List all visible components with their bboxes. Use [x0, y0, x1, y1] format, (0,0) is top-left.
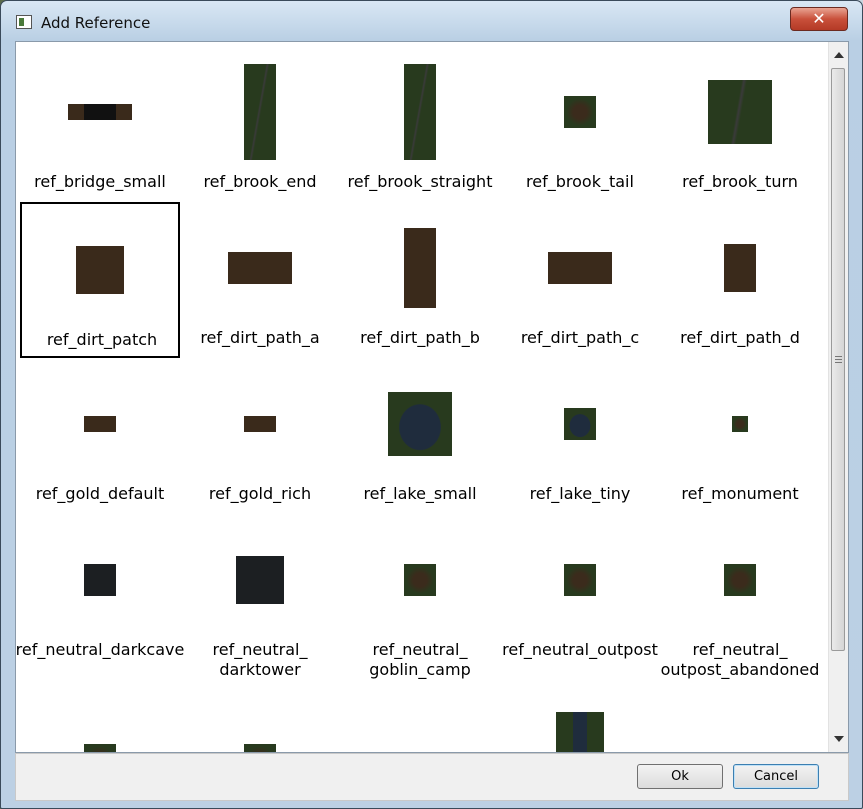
- reference-thumbnail: [564, 408, 596, 440]
- reference-item[interactable]: ref_dirt_path_d: [660, 202, 820, 358]
- reference-thumbnail: [388, 392, 452, 456]
- reference-item[interactable]: ref_lake_tiny: [500, 358, 660, 514]
- add-reference-dialog: Add Reference ✕ ref_bridge_small ref_broo…: [0, 0, 863, 809]
- reference-label: ref_brook_end: [203, 172, 317, 191]
- reference-item[interactable]: [180, 670, 340, 752]
- scroll-up-arrow-icon[interactable]: [834, 52, 844, 58]
- reference-thumbnail: [228, 252, 292, 284]
- reference-label: ref_brook_turn: [682, 172, 798, 191]
- reference-item[interactable]: ref_brook_tail: [500, 46, 660, 202]
- reference-thumbnail: [236, 556, 284, 604]
- reference-list: ref_bridge_small ref_brook_end ref_brook_s…: [15, 41, 849, 753]
- reference-thumbnail: [548, 252, 612, 284]
- title-bar[interactable]: Add Reference ✕: [1, 1, 862, 41]
- reference-item[interactable]: [340, 670, 500, 752]
- reference-thumbnail: [404, 228, 436, 308]
- scroll-down-arrow-icon[interactable]: [834, 736, 844, 742]
- reference-thumbnail: [724, 564, 756, 596]
- reference-label: ref_brook_straight: [347, 172, 493, 191]
- scrollbar-thumb[interactable]: [831, 68, 845, 651]
- reference-thumbnail: [564, 96, 596, 128]
- reference-item[interactable]: [500, 670, 660, 752]
- reference-item[interactable]: ref_brook_end: [180, 46, 340, 202]
- reference-label: ref_gold_rich: [208, 484, 312, 503]
- reference-thumbnail: [404, 564, 436, 596]
- dialog-footer: Ok Cancel: [15, 753, 849, 801]
- reference-thumbnail: [76, 246, 124, 294]
- reference-item[interactable]: ref_neutral_ goblin_camp: [340, 514, 500, 679]
- reference-item[interactable]: ref_neutral_darkcave: [16, 514, 184, 670]
- reference-item[interactable]: ref_gold_rich: [180, 358, 340, 514]
- cancel-button[interactable]: Cancel: [733, 764, 819, 789]
- reference-thumbnail: [404, 64, 436, 160]
- reference-item[interactable]: ref_dirt_path_c: [500, 202, 660, 358]
- reference-label: ref_dirt_patch: [46, 330, 158, 349]
- reference-thumbnail: [556, 712, 604, 752]
- reference-item[interactable]: ref_bridge_small: [20, 46, 180, 202]
- reference-label: ref_dirt_path_c: [520, 328, 640, 347]
- reference-thumbnail: [244, 64, 276, 160]
- reference-item[interactable]: ref_brook_turn: [660, 46, 820, 202]
- ok-button[interactable]: Ok: [637, 764, 723, 789]
- reference-item[interactable]: ref_neutral_ outpost_abandoned: [660, 514, 820, 679]
- vertical-scrollbar[interactable]: [828, 42, 848, 752]
- grip-line: [835, 362, 842, 363]
- reference-label: ref_dirt_path_d: [680, 328, 800, 347]
- reference-item[interactable]: ref_brook_straight: [340, 46, 500, 202]
- reference-thumbnail: [84, 744, 116, 752]
- reference-label: ref_lake_small: [363, 484, 477, 503]
- reference-label: ref_dirt_path_b: [360, 328, 480, 347]
- close-button[interactable]: ✕: [790, 7, 848, 31]
- reference-grid: ref_bridge_small ref_brook_end ref_brook_s…: [16, 42, 824, 752]
- reference-item[interactable]: ref_neutral_outpost: [500, 514, 660, 670]
- reference-item[interactable]: ref_lake_small: [340, 358, 500, 514]
- reference-item[interactable]: ref_dirt_patch: [20, 202, 180, 358]
- reference-label: ref_gold_default: [35, 484, 165, 503]
- reference-label: ref_dirt_path_a: [200, 328, 320, 347]
- reference-label: ref_brook_tail: [526, 172, 634, 191]
- reference-item[interactable]: [20, 670, 180, 752]
- dialog-window-icon: [16, 15, 32, 29]
- reference-thumbnail: [724, 244, 756, 292]
- reference-thumbnail: [244, 744, 276, 752]
- reference-thumbnail: [564, 564, 596, 596]
- reference-thumbnail: [732, 416, 748, 432]
- reference-label: ref_monument: [681, 484, 799, 503]
- reference-item[interactable]: ref_dirt_path_b: [340, 202, 500, 358]
- reference-item[interactable]: ref_monument: [660, 358, 820, 514]
- reference-label: ref_neutral_ outpost_abandoned: [660, 640, 820, 679]
- reference-label: ref_neutral_darkcave: [16, 640, 185, 659]
- reference-item[interactable]: ref_dirt_path_a: [180, 202, 340, 358]
- reference-label: ref_bridge_small: [34, 172, 166, 191]
- reference-thumbnail: [708, 80, 772, 144]
- reference-thumbnail: [68, 104, 132, 120]
- reference-item[interactable]: ref_gold_default: [20, 358, 180, 514]
- reference-thumbnail: [244, 416, 276, 432]
- reference-label: ref_lake_tiny: [529, 484, 631, 503]
- grip-line: [835, 359, 842, 360]
- reference-item[interactable]: ref_neutral_ darktower: [180, 514, 340, 679]
- reference-thumbnail: [84, 564, 116, 596]
- reference-thumbnail: [84, 416, 116, 432]
- dialog-title: Add Reference: [41, 14, 151, 32]
- reference-label: ref_neutral_outpost: [502, 640, 658, 659]
- grip-line: [835, 356, 842, 357]
